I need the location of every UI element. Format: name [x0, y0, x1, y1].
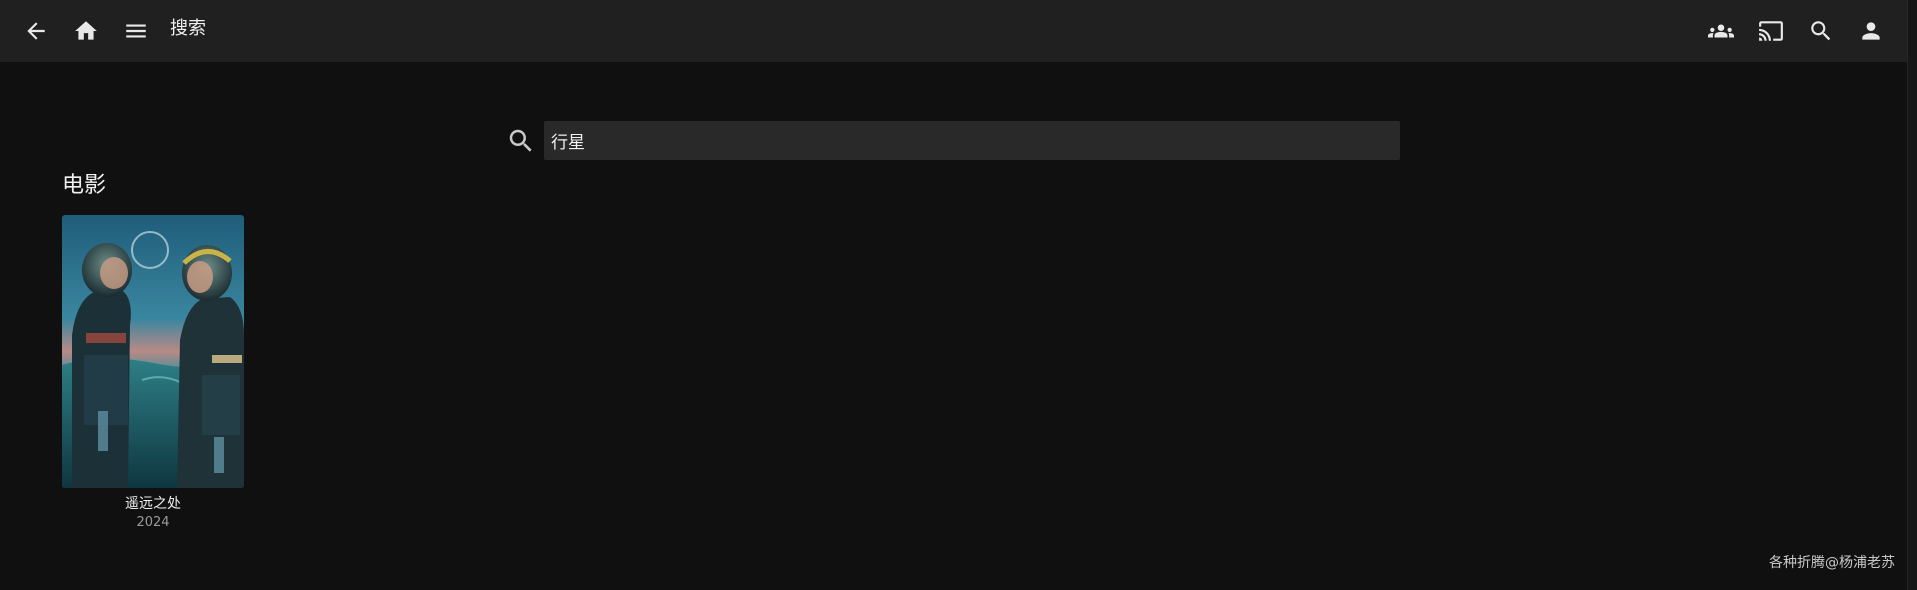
cast-icon — [1759, 21, 1783, 41]
user-button[interactable] — [1851, 11, 1891, 51]
movie-title[interactable]: 遥远之处 — [62, 495, 244, 513]
watermark-text: 各种折腾@杨浦老苏 — [1769, 555, 1895, 571]
syncplay-button[interactable] — [1701, 11, 1741, 51]
header-search-button[interactable] — [1801, 11, 1841, 51]
search-icon — [1811, 21, 1831, 41]
page-title: 搜索 — [170, 18, 206, 39]
arrow-back-icon — [27, 22, 45, 40]
back-button[interactable] — [16, 11, 56, 51]
page-scrollbar[interactable] — [1907, 0, 1917, 590]
user-icon — [1862, 22, 1880, 40]
home-icon — [75, 21, 97, 40]
menu-icon — [126, 24, 146, 38]
search-input[interactable] — [544, 121, 1400, 160]
groups-icon — [1708, 24, 1734, 38]
movie-poster[interactable] — [62, 215, 244, 488]
movie-year: 2024 — [136, 515, 170, 530]
search-icon — [509, 129, 532, 152]
cast-button[interactable] — [1751, 11, 1791, 51]
search-field-icon — [506, 126, 536, 156]
app-header: 搜索 — [0, 0, 1907, 62]
menu-button[interactable] — [116, 11, 156, 51]
section-title-movies: 电影 — [62, 173, 107, 198]
home-button[interactable] — [66, 11, 106, 51]
movie-card[interactable]: 遥远之处 2024 — [62, 215, 244, 531]
